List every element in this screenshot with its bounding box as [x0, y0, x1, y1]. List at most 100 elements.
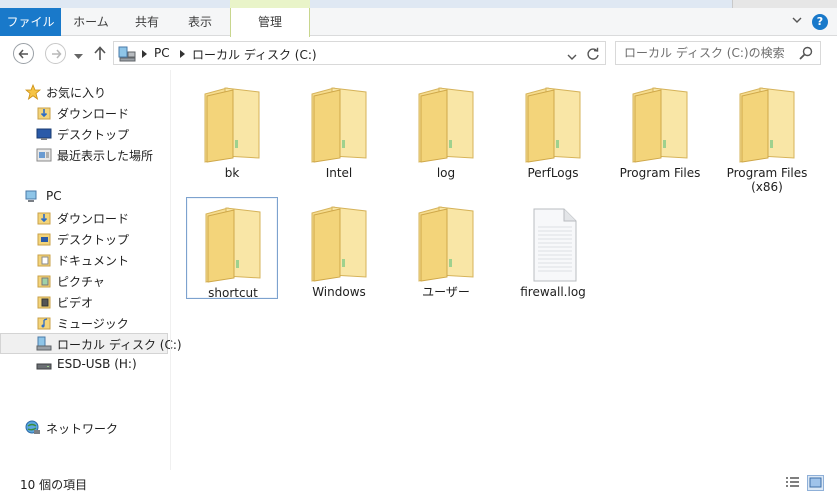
up-folder-icon[interactable] — [93, 45, 107, 64]
network-icon — [25, 420, 41, 436]
folder-icon — [204, 87, 260, 163]
nav-pc-desktop[interactable]: デスクトップ — [0, 228, 168, 249]
nav-pc-videos[interactable]: ビデオ — [0, 291, 168, 312]
nav-pc-documents[interactable]: ドキュメント — [0, 249, 168, 270]
local-disk-icon — [36, 336, 52, 352]
nav-favorites-downloads[interactable]: ダウンロード — [0, 102, 168, 123]
folder-item[interactable]: Program Files — [614, 78, 706, 180]
item-name: Intel — [325, 166, 353, 180]
nav-pc-music[interactable]: ミュージック — [0, 312, 168, 333]
nav-label: ダウンロード — [57, 107, 130, 121]
star-icon — [24, 83, 42, 100]
item-name: shortcut — [208, 286, 258, 300]
back-button[interactable] — [13, 43, 34, 64]
nav-label: ドキュメント — [57, 254, 130, 268]
pc-icon — [118, 46, 136, 65]
nav-pc-pictures[interactable]: ピクチャ — [0, 270, 168, 291]
nav-favorites-desktop[interactable]: デスクトップ — [0, 123, 168, 144]
folder-icon — [418, 87, 474, 163]
item-name: Program Files — [619, 166, 701, 180]
title-bar — [0, 0, 837, 8]
folder-item[interactable]: log — [400, 78, 492, 180]
item-name: log — [436, 166, 456, 180]
desktop-icon — [36, 126, 52, 142]
downloads-folder-icon — [36, 105, 52, 121]
nav-favorites[interactable]: お気に入り — [0, 81, 168, 102]
nav-label: デスクトップ — [57, 128, 130, 142]
expand-ribbon-chevron-icon[interactable] — [791, 14, 803, 28]
music-folder-icon — [36, 315, 52, 331]
recent-locations-chevron-icon[interactable] — [74, 49, 83, 63]
tab-file[interactable]: ファイル — [0, 8, 61, 36]
folder-item[interactable]: Intel — [293, 78, 385, 180]
text-file-icon — [533, 208, 577, 282]
folder-item[interactable]: Program Files (x86) — [721, 78, 813, 196]
recent-places-icon — [36, 147, 52, 163]
item-name: Program Files (x86) — [726, 166, 808, 194]
back-arrow-icon — [18, 49, 28, 59]
folder-item-selected[interactable]: shortcut — [186, 197, 278, 300]
folder-icon — [418, 206, 474, 282]
item-count: 10 個の項目 — [20, 478, 88, 492]
nav-pc-downloads[interactable]: ダウンロード — [0, 207, 168, 228]
details-view-icon[interactable] — [785, 476, 800, 493]
tab-manage[interactable]: 管理 — [230, 8, 310, 37]
folder-item[interactable]: bk — [186, 78, 278, 180]
nav-pc-usb[interactable]: ESD-USB (H:) — [0, 354, 168, 375]
nav-label: デスクトップ — [57, 233, 130, 247]
forward-button[interactable] — [45, 43, 66, 64]
item-name: ユーザー — [422, 285, 470, 299]
nav-label: ネットワーク — [46, 422, 119, 436]
tab-home[interactable]: ホーム — [62, 8, 120, 36]
tab-share[interactable]: 共有 — [120, 8, 174, 36]
folder-icon — [311, 87, 367, 163]
breadcrumb-separator-icon[interactable] — [142, 50, 147, 58]
window-controls[interactable] — [732, 0, 837, 8]
address-bar[interactable]: PC ローカル ディスク (C:) — [113, 41, 606, 65]
address-history-chevron-icon[interactable] — [567, 50, 577, 64]
search-icon[interactable] — [799, 46, 813, 63]
nav-label: お気に入り — [46, 86, 107, 100]
search-box[interactable] — [615, 41, 821, 65]
nav-network[interactable]: ネットワーク — [0, 417, 168, 438]
folder-icon — [311, 206, 367, 282]
pc-icon — [25, 189, 41, 205]
folder-item[interactable]: ユーザー — [400, 197, 492, 299]
nav-label: ビデオ — [57, 296, 94, 310]
breadcrumb-separator-icon[interactable] — [180, 50, 185, 58]
nav-label: ミュージック — [57, 317, 129, 331]
refresh-icon[interactable] — [586, 47, 600, 64]
help-icon[interactable]: ? — [812, 14, 828, 30]
nav-label: PC — [46, 189, 62, 203]
nav-label: ESD-USB (H:) — [57, 357, 137, 371]
breadcrumb-local-disk[interactable]: ローカル ディスク (C:) — [192, 46, 317, 63]
tab-view[interactable]: 表示 — [174, 8, 226, 36]
large-icons-view-icon[interactable] — [807, 475, 824, 491]
breadcrumb-pc[interactable]: PC — [154, 46, 170, 60]
nav-favorites-recent[interactable]: 最近表示した場所 — [0, 144, 168, 165]
downloads-folder-icon — [36, 210, 52, 226]
ribbon-tabs: ファイル ホーム 共有 表示 管理 ? — [0, 8, 837, 37]
folder-item[interactable]: PerfLogs — [507, 78, 599, 180]
folder-icon — [739, 87, 795, 163]
forward-arrow-icon — [52, 49, 62, 59]
folder-icon — [525, 87, 581, 163]
nav-pc-local-disk[interactable]: ローカル ディスク (C:) — [0, 333, 182, 354]
status-bar: 10 個の項目 — [0, 471, 837, 497]
nav-label: ダウンロード — [57, 212, 130, 226]
search-input[interactable] — [624, 45, 794, 61]
folder-item[interactable]: Windows — [293, 197, 385, 299]
nav-label: 最近表示した場所 — [57, 149, 154, 163]
navigation-pane: お気に入り ダウンロード デスクトップ 最近表示した場所 PC ダウンロード デ… — [0, 70, 182, 470]
item-name: Windows — [312, 285, 366, 299]
videos-folder-icon — [36, 294, 52, 310]
address-toolbar: PC ローカル ディスク (C:) — [0, 37, 837, 69]
item-name: firewall.log — [520, 285, 586, 299]
folder-icon — [632, 87, 688, 163]
file-item[interactable]: firewall.log — [507, 197, 599, 299]
folder-icon — [205, 207, 261, 283]
pictures-folder-icon — [36, 273, 52, 289]
contextual-tab-header — [230, 0, 310, 8]
nav-label: ローカル ディスク (C:) — [57, 338, 182, 352]
nav-pc[interactable]: PC — [0, 186, 168, 207]
